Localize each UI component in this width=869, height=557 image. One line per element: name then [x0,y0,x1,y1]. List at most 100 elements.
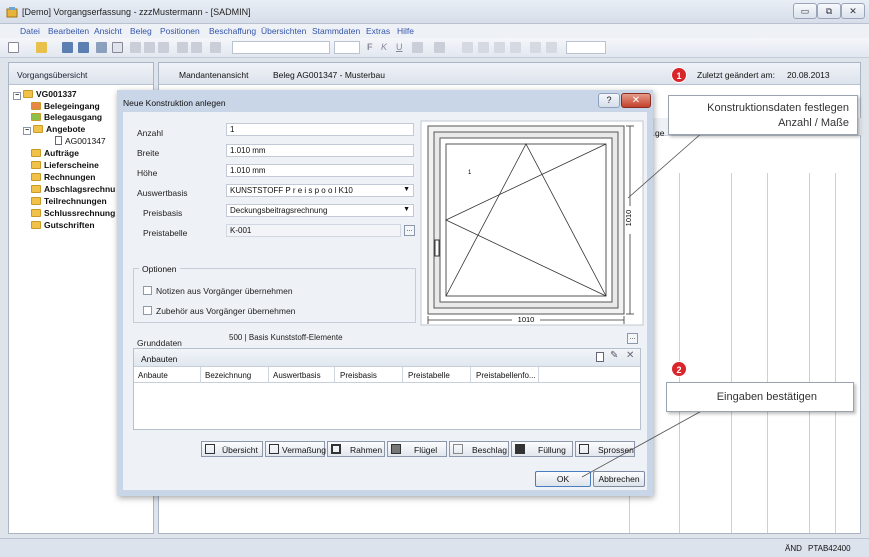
preistabelle-browse-button[interactable]: ... [404,225,415,236]
tab-sprossen[interactable]: Sprossen [575,441,635,457]
menu-hilfe[interactable]: Hilfe [397,26,414,36]
maximize-button[interactable]: ⧉ [817,3,841,19]
tree-item-vg001337[interactable]: − VG001337 [13,89,77,100]
menu-positionen[interactable]: Positionen [160,26,200,36]
column-header[interactable]: Preisbasis [340,371,377,380]
paste-icon[interactable] [158,42,169,53]
print-icon[interactable] [96,42,107,53]
highlight-icon[interactable] [434,42,445,53]
tab-fluegel[interactable]: Flügel [387,441,447,457]
tree-item-rechnungen[interactable]: Rechnungen [31,172,95,182]
menu-ansicht[interactable]: Ansicht [94,26,122,36]
grid-header-label: ge [655,128,665,138]
tree-item-lieferscheine[interactable]: Lieferscheine [31,160,99,170]
grunddaten-value: 500 | Basis Kunststoff-Elemente [229,333,343,342]
folder-icon [31,149,41,157]
changed-label: Zuletzt geändert am: [697,70,775,80]
column-header[interactable]: Anbaute [138,371,168,380]
overview-icon [205,444,215,454]
new-document-icon[interactable] [8,42,19,53]
cancel-button[interactable]: Abbrechen [593,471,645,487]
auswertbasis-value: KUNSTSTOFF P r e i s p o o l K10 [230,186,353,195]
tree-item-auftraege[interactable]: Aufträge [31,148,79,158]
print-preview-icon[interactable] [112,42,123,53]
notizen-checkbox[interactable] [143,286,152,295]
column-header[interactable]: Auswertbasis [273,371,321,380]
find-icon[interactable] [177,42,188,53]
edit-icon[interactable]: ✎ [610,350,618,361]
italic-button[interactable]: K [381,42,387,52]
minimize-button[interactable]: ▭ [793,3,817,19]
font-color-icon[interactable] [412,42,423,53]
status-mode: ÄND [785,544,802,553]
align-right-icon[interactable] [494,42,505,53]
breite-field[interactable]: 1.010 mm [226,144,414,157]
tree-item-ag001347[interactable]: AG001347 [55,136,106,146]
auswertbasis-select[interactable]: KUNSTSTOFF P r e i s p o o l K10 ▼ [226,184,414,197]
align-center-icon[interactable] [478,42,489,53]
tree-label: AG001347 [65,136,106,146]
preisbasis-select[interactable]: Deckungsbeitragsrechnung ▼ [226,204,414,217]
copy-icon[interactable] [144,42,155,53]
preistabelle-label: Preistabelle [143,228,188,238]
font-combo[interactable] [232,41,330,54]
tree-item-abschlagsrechnungen[interactable]: Abschlagsrechnu [31,184,115,194]
tree-item-belegeingang[interactable]: Belegeingang [31,101,100,111]
menu-bearbeiten[interactable]: Bearbeiten [48,26,89,36]
tree-item-gutschriften[interactable]: Gutschriften [31,220,95,230]
tab-beschlag[interactable]: Beschlag [449,441,509,457]
tab-rahmen[interactable]: Rahmen [327,441,385,457]
mandant-tab[interactable]: Mandantenansicht [179,70,248,80]
tree-item-teilrechnungen[interactable]: Teilrechnungen [31,196,107,206]
bold-button[interactable]: F [367,42,373,52]
tree-item-belegausgang[interactable]: Belegausgang [31,112,102,122]
style-combo[interactable] [566,41,606,54]
format-icon[interactable] [210,42,221,53]
justify-icon[interactable] [510,42,521,53]
zubehoer-checkbox[interactable] [143,306,152,315]
column-header[interactable]: Bezeichnung [205,371,251,380]
anbauten-title: Anbauten [141,354,178,364]
collapse-icon[interactable]: − [13,92,21,100]
menu-beschaffung[interactable]: Beschaffung [209,26,256,36]
tree-item-angebote[interactable]: − Angebote [23,124,85,135]
tab-uebersicht[interactable]: Übersicht [201,441,263,457]
ok-button[interactable]: OK [535,471,591,487]
dialog-close-button[interactable]: ✕ [621,93,651,108]
menu-datei[interactable]: Datei [20,26,40,36]
grunddaten-label: Grunddaten [137,338,182,348]
anzahl-field[interactable]: 1 [226,123,414,136]
column-header[interactable]: Preistabelle [408,371,450,380]
menu-uebersichten[interactable]: Übersichten [261,26,306,36]
collapse-icon[interactable]: − [23,127,31,135]
new-row-icon[interactable] [596,352,604,362]
width-dimension-label: 1010 [518,315,535,324]
document-icon [55,136,62,145]
bars-icon [579,444,589,454]
menu-extras[interactable]: Extras [366,26,390,36]
tab-vermassung[interactable]: Vermaßung [265,441,326,457]
open-folder-icon[interactable] [36,42,47,53]
underline-button[interactable]: U [396,42,403,52]
cut-icon[interactable] [130,42,141,53]
save-icon[interactable] [62,42,73,53]
help-button[interactable]: ? [598,93,620,108]
menu-beleg[interactable]: Beleg [130,26,152,36]
replace-icon[interactable] [191,42,202,53]
numbered-list-icon[interactable] [546,42,557,53]
column-header[interactable]: Preistabellenfo... [476,371,536,380]
tree-label: VG001337 [36,89,77,99]
tree-item-schlussrechnungen[interactable]: Schlussrechnung [31,208,115,218]
delete-icon[interactable]: ✕ [626,350,634,361]
height-dimension-label: 1010 [624,210,633,227]
save-all-icon[interactable] [78,42,89,53]
menu-stammdaten[interactable]: Stammdaten [312,26,360,36]
hoehe-field[interactable]: 1.010 mm [226,164,414,177]
bullet-list-icon[interactable] [530,42,541,53]
tab-label: Sprossen [598,445,634,455]
font-size-combo[interactable] [334,41,360,54]
close-window-button[interactable]: ✕ [841,3,865,19]
align-left-icon[interactable] [462,42,473,53]
tab-fuellung[interactable]: Füllung [511,441,573,457]
grunddaten-browse-button[interactable]: ... [627,333,638,344]
